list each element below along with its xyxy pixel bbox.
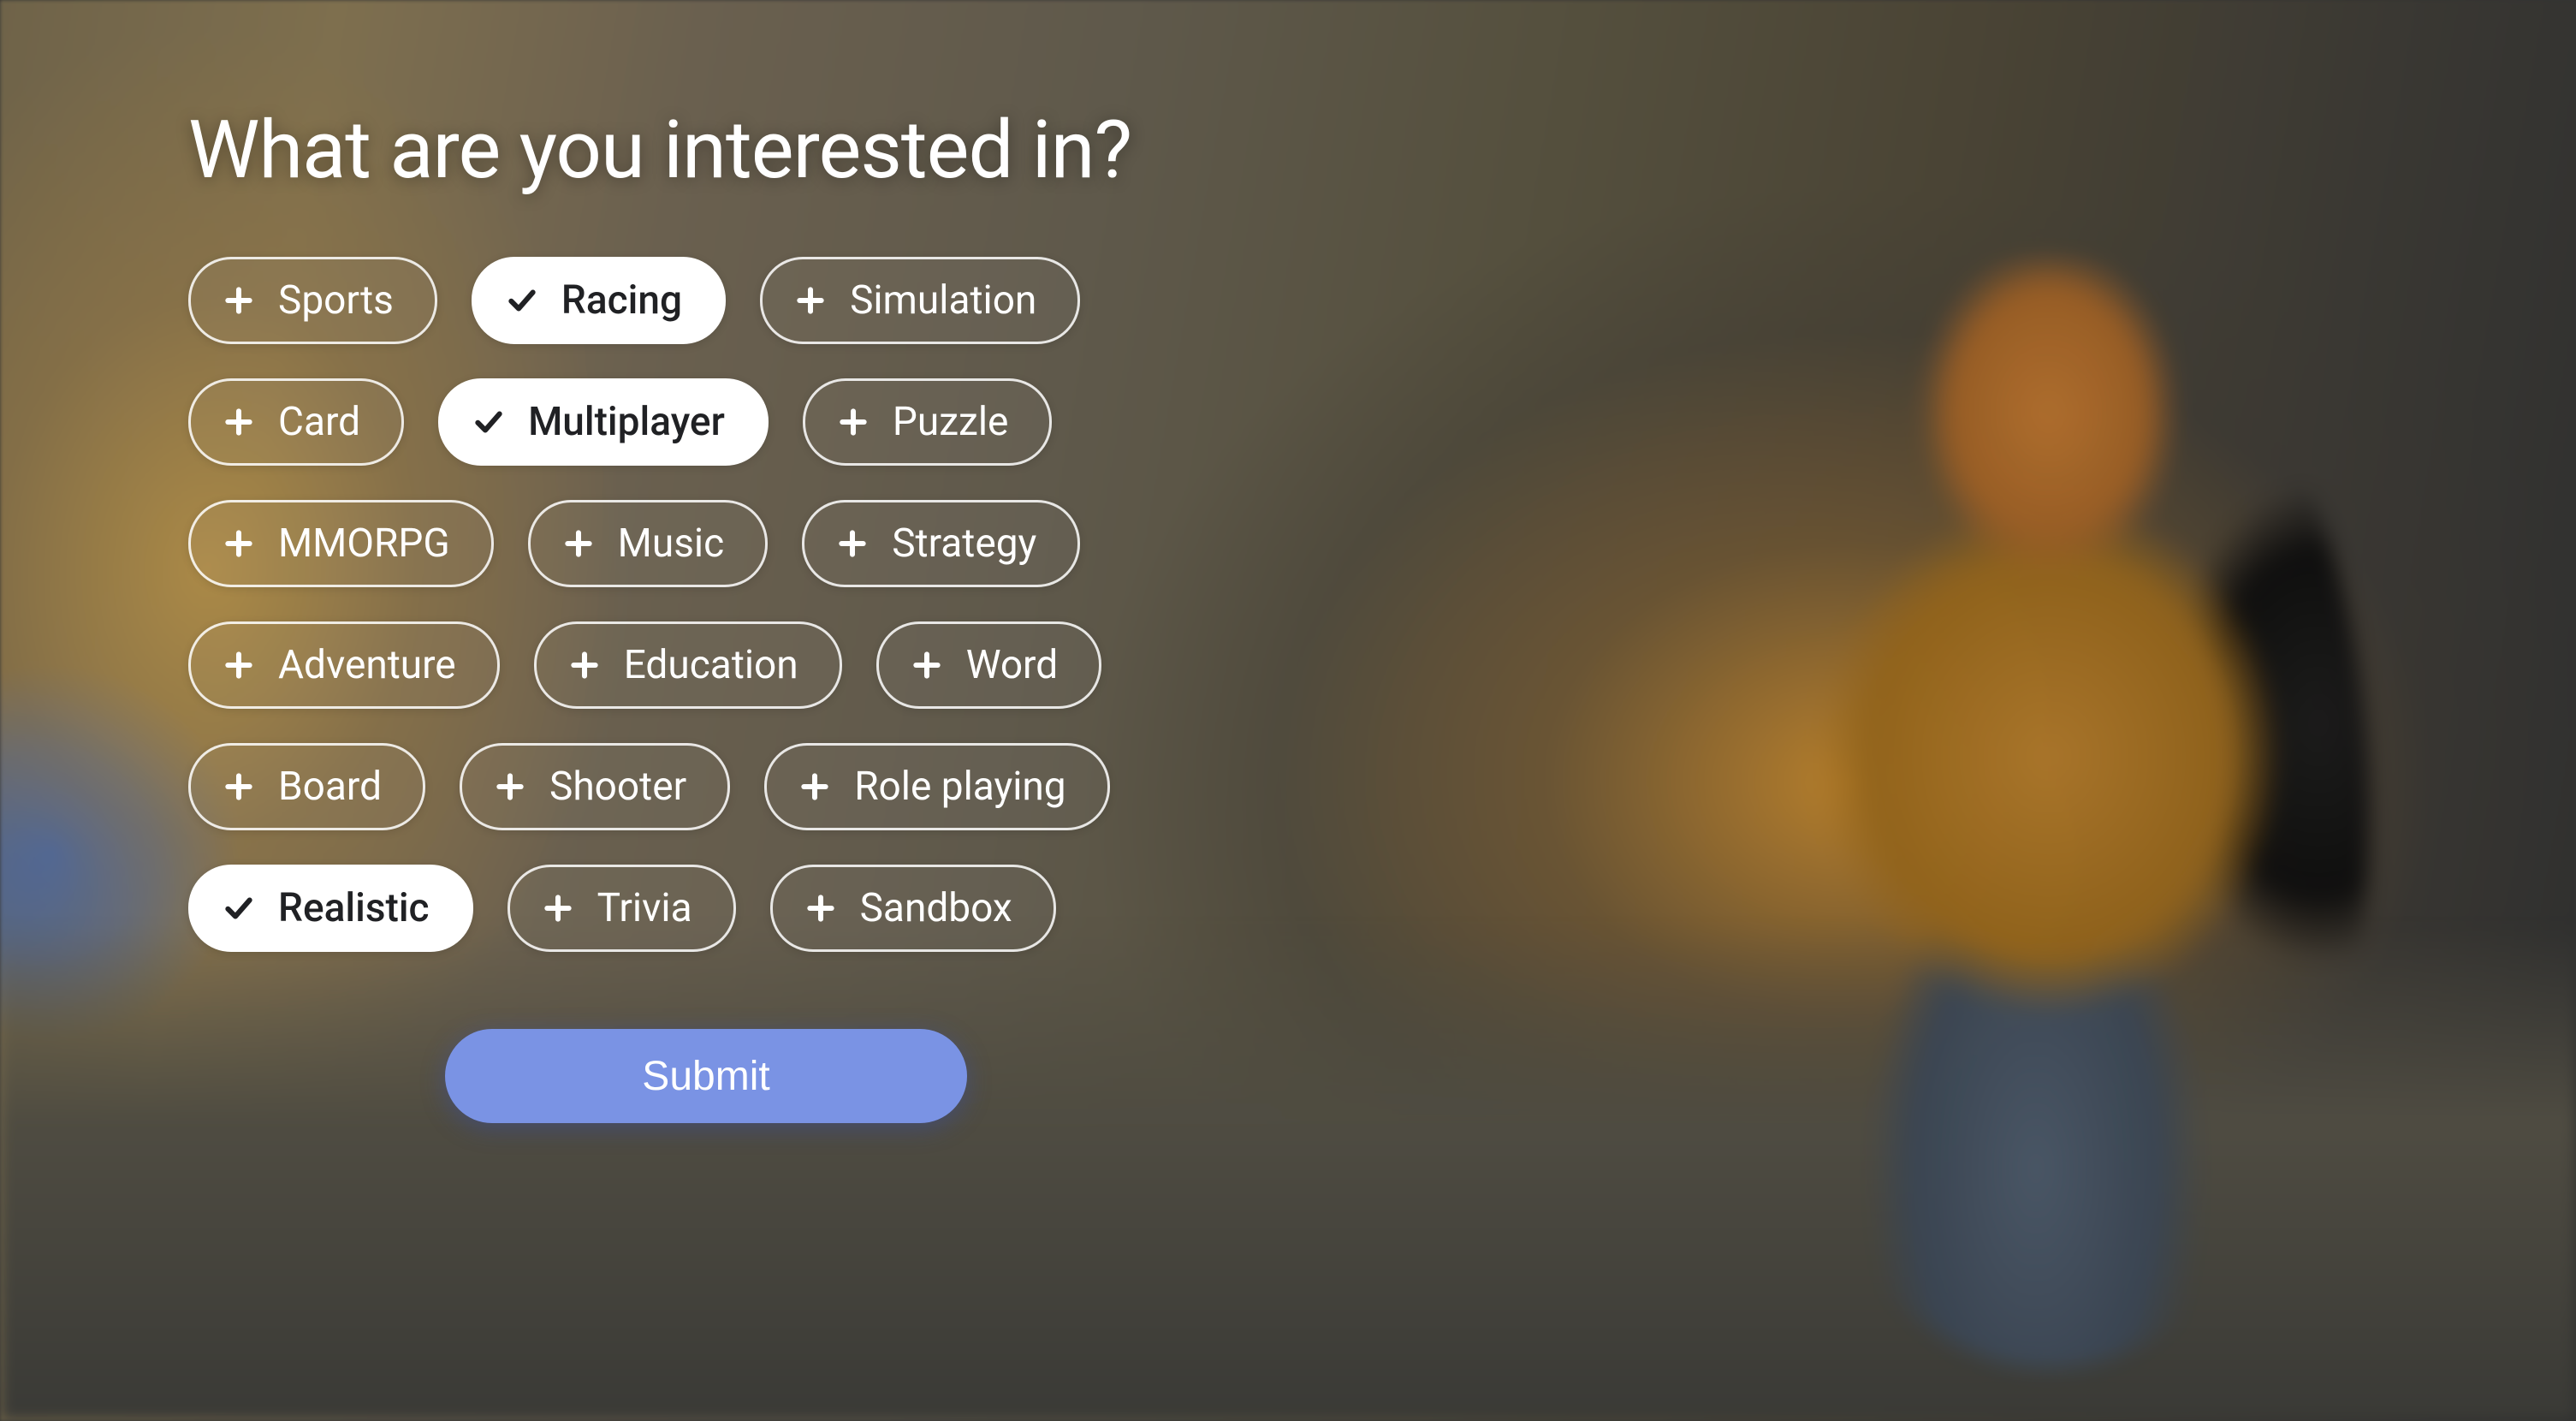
chip-sports[interactable]: Sports <box>188 257 437 344</box>
chip-label: Role playing <box>854 764 1065 810</box>
chip-label: Card <box>278 399 360 445</box>
plus-icon <box>222 405 256 439</box>
submit-button[interactable]: Submit <box>445 1029 967 1123</box>
interest-picker-overlay: What are you interested in? Sports Racing… <box>0 0 1558 1123</box>
chip-card[interactable]: Card <box>188 378 404 466</box>
chip-grid: Sports Racing Simulation Card Multiplayer Puz… <box>188 257 1558 952</box>
chip-row: Realistic Trivia Sandbox <box>188 865 1558 952</box>
chip-label: Realistic <box>278 885 430 931</box>
chip-label: MMORPG <box>278 520 450 567</box>
chip-label: Board <box>278 764 382 810</box>
chip-label: Simulation <box>850 277 1036 324</box>
chip-label: Racing <box>561 277 682 324</box>
plus-icon <box>835 526 870 561</box>
plus-icon <box>222 770 256 804</box>
chip-strategy[interactable]: Strategy <box>802 500 1080 587</box>
chip-label: Multiplayer <box>528 399 725 445</box>
plus-icon <box>493 770 527 804</box>
check-icon <box>505 283 539 318</box>
chip-label: Adventure <box>278 642 456 688</box>
chip-trivia[interactable]: Trivia <box>507 865 736 952</box>
chip-label: Sandbox <box>860 885 1012 931</box>
submit-wrap: Submit <box>445 1029 1558 1123</box>
chip-music[interactable]: Music <box>528 500 769 587</box>
chip-role-playing[interactable]: Role playing <box>764 743 1109 830</box>
chip-racing[interactable]: Racing <box>472 257 726 344</box>
plus-icon <box>910 648 944 682</box>
chip-mmorpg[interactable]: MMORPG <box>188 500 494 587</box>
chip-label: Education <box>624 642 798 688</box>
plus-icon <box>798 770 832 804</box>
chip-word[interactable]: Word <box>876 621 1101 709</box>
check-icon <box>222 891 256 925</box>
chip-label: Trivia <box>597 885 692 931</box>
chip-row: Sports Racing Simulation <box>188 257 1558 344</box>
plus-icon <box>793 283 828 318</box>
plus-icon <box>804 891 838 925</box>
plus-icon <box>567 648 602 682</box>
chip-row: MMORPG Music Strategy <box>188 500 1558 587</box>
chip-label: Puzzle <box>893 399 1009 445</box>
plus-icon <box>541 891 575 925</box>
chip-label: Sports <box>278 277 394 324</box>
chip-label: Shooter <box>549 764 686 810</box>
chip-realistic[interactable]: Realistic <box>188 865 473 952</box>
chip-row: Board Shooter Role playing <box>188 743 1558 830</box>
chip-adventure[interactable]: Adventure <box>188 621 500 709</box>
plus-icon <box>561 526 596 561</box>
chip-puzzle[interactable]: Puzzle <box>803 378 1053 466</box>
chip-label: Strategy <box>892 520 1036 567</box>
plus-icon <box>836 405 870 439</box>
chip-education[interactable]: Education <box>534 621 842 709</box>
plus-icon <box>222 648 256 682</box>
chip-shooter[interactable]: Shooter <box>460 743 730 830</box>
chip-multiplayer[interactable]: Multiplayer <box>438 378 769 466</box>
chip-row: Card Multiplayer Puzzle <box>188 378 1558 466</box>
plus-icon <box>222 526 256 561</box>
chip-simulation[interactable]: Simulation <box>760 257 1080 344</box>
check-icon <box>472 405 506 439</box>
chip-label: Music <box>618 520 725 567</box>
plus-icon <box>222 283 256 318</box>
chip-board[interactable]: Board <box>188 743 425 830</box>
chip-sandbox[interactable]: Sandbox <box>770 865 1056 952</box>
chip-label: Word <box>966 642 1058 688</box>
chip-row: Adventure Education Word <box>188 621 1558 709</box>
page-title: What are you interested in? <box>188 103 1558 197</box>
